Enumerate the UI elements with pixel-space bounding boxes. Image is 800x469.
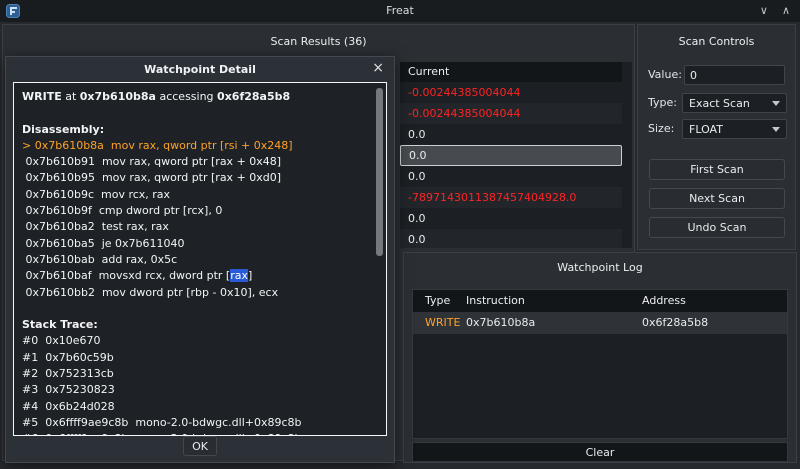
scan-results-list: -0.00244385004044-0.002443850040440.00.0… xyxy=(400,82,632,248)
disassembly-line: 0x7b610ba2 test rax, rax xyxy=(22,219,378,235)
titlebar: Freat ∨ ∧ xyxy=(0,0,800,22)
stack-frame: #5 0x6ffff9ae9c8b mono-2.0-bdwgc.dll+0x8… xyxy=(22,415,378,431)
value-input[interactable] xyxy=(684,65,785,85)
scan-results-table: Current -0.00244385004044-0.002443850040… xyxy=(400,62,632,248)
scan-result-row[interactable]: -7897143011387457404928.0 xyxy=(400,187,622,208)
close-icon[interactable]: × xyxy=(372,60,384,76)
scan-results-column-header[interactable]: Current xyxy=(400,62,622,82)
disassembly-line: 0x7b610baf movsxd rcx, dword ptr [rax] xyxy=(22,268,378,284)
watchpoint-target-address: 0x6f28a5b8 xyxy=(217,90,290,103)
next-scan-button[interactable]: Next Scan xyxy=(649,188,785,209)
scan-result-row[interactable]: 0.0 xyxy=(400,229,622,248)
blank-line xyxy=(22,301,378,317)
watchpoint-detail-title: Watchpoint Detail xyxy=(6,63,394,76)
size-label: Size: xyxy=(648,122,674,135)
disassembly-line: 0x7b610b9f cmp dword ptr [rcx], 0 xyxy=(22,203,378,219)
log-col-type[interactable]: Type xyxy=(413,290,466,312)
value-label: Value: xyxy=(648,68,682,81)
log-col-address[interactable]: Address xyxy=(642,290,787,312)
disassembly-line: 0x7b610b91 mov rax, qword ptr [rax + 0x4… xyxy=(22,154,378,170)
type-row: Type: Exact Scan xyxy=(638,93,795,113)
disassembly-line: 0x7b610bab add rax, 0x5c xyxy=(22,252,378,268)
scan-size-value: FLOAT xyxy=(689,123,723,136)
scrollbar-thumb[interactable] xyxy=(376,88,383,256)
watchpoint-log-row[interactable]: WRITE0x7b610b8a0x6f28a5b8 xyxy=(413,312,787,334)
scan-result-row[interactable]: 0.0 xyxy=(400,166,622,187)
scan-controls-title: Scan Controls xyxy=(638,35,795,48)
watchpoint-detail-dialog: Watchpoint Detail × WRITE at 0x7b610b8a … xyxy=(5,56,395,463)
watchpoint-summary: WRITE at 0x7b610b8a accessing 0x6f28a5b8 xyxy=(22,89,378,105)
window-controls: ∨ ∧ xyxy=(760,0,790,22)
watchpoint-log-panel: Watchpoint Log Type Instruction Address … xyxy=(403,252,797,463)
scan-result-row[interactable]: 0.0 xyxy=(400,145,622,166)
watchpoint-instruction-address: 0x7b610b8a xyxy=(80,90,156,103)
log-address: 0x6f28a5b8 xyxy=(642,312,787,334)
scan-size-select[interactable]: FLOAT xyxy=(682,119,787,139)
blank-line xyxy=(22,105,378,121)
stack-trace-heading: Stack Trace: xyxy=(22,317,378,333)
scan-result-row[interactable]: -0.00244385004044 xyxy=(400,103,622,124)
clear-button[interactable]: Clear xyxy=(412,442,788,462)
scan-results-title: Scan Results (36) xyxy=(3,35,634,48)
watchpoint-detail-text[interactable]: WRITE at 0x7b610b8a accessing 0x6f28a5b8… xyxy=(13,82,387,436)
watchpoint-op: WRITE xyxy=(22,90,62,103)
disassembly-heading: Disassembly: xyxy=(22,122,378,138)
scan-result-row[interactable]: 0.0 xyxy=(400,208,622,229)
stack-frame: #4 0x6b24d028 xyxy=(22,399,378,415)
size-row: Size: FLOAT xyxy=(638,119,795,139)
scan-type-value: Exact Scan xyxy=(689,97,750,110)
window-title: Freat xyxy=(0,0,800,22)
watchpoint-log-table: Type Instruction Address WRITE0x7b610b8a… xyxy=(412,289,788,439)
scan-result-row[interactable]: 0.0 xyxy=(400,124,622,145)
minimize-button[interactable]: ∨ xyxy=(760,0,768,22)
maximize-button[interactable]: ∧ xyxy=(782,0,790,22)
chevron-down-icon xyxy=(772,127,780,132)
stack-frame: #2 0x752313cb xyxy=(22,366,378,382)
watchpoint-log-header: Type Instruction Address xyxy=(413,290,787,312)
scan-result-row[interactable]: -0.00244385004044 xyxy=(400,82,622,103)
disassembly-line: 0x7b610bb2 mov dword ptr [rbp - 0x10], e… xyxy=(22,285,378,301)
scan-controls-panel: Scan Controls Value: Type: Exact Scan Si… xyxy=(637,24,796,250)
stack-frame: #0 0x10e670 xyxy=(22,333,378,349)
log-type: WRITE xyxy=(413,312,466,334)
disassembly-line: > 0x7b610b8a mov rax, qword ptr [rsi + 0… xyxy=(22,138,378,154)
disassembly-line: 0x7b610b95 mov rax, qword ptr [rax + 0xd… xyxy=(22,170,378,186)
log-col-instruction[interactable]: Instruction xyxy=(466,290,642,312)
ok-button[interactable]: OK xyxy=(183,436,217,456)
disassembly-line: 0x7b610b9c mov rcx, rax xyxy=(22,187,378,203)
watchpoint-log-title: Watchpoint Log xyxy=(404,261,796,274)
disassembly-lines: > 0x7b610b8a mov rax, qword ptr [rsi + 0… xyxy=(22,138,378,301)
scan-type-select[interactable]: Exact Scan xyxy=(682,93,787,113)
undo-scan-button[interactable]: Undo Scan xyxy=(649,217,785,238)
stack-trace-lines: #0 0x10e670#1 0x7b60c59b#2 0x752313cb#3 … xyxy=(22,333,378,436)
type-label: Type: xyxy=(648,96,677,109)
stack-frame: #3 0x75230823 xyxy=(22,382,378,398)
chevron-down-icon xyxy=(772,101,780,106)
highlighted-register: rax xyxy=(230,269,248,282)
watchpoint-log-rows: WRITE0x7b610b8a0x6f28a5b8 xyxy=(413,312,787,334)
log-instruction: 0x7b610b8a xyxy=(466,312,642,334)
value-row: Value: xyxy=(638,65,795,85)
stack-frame: #1 0x7b60c59b xyxy=(22,350,378,366)
first-scan-button[interactable]: First Scan xyxy=(649,159,785,180)
disassembly-line: 0x7b610ba5 je 0x7b611040 xyxy=(22,236,378,252)
